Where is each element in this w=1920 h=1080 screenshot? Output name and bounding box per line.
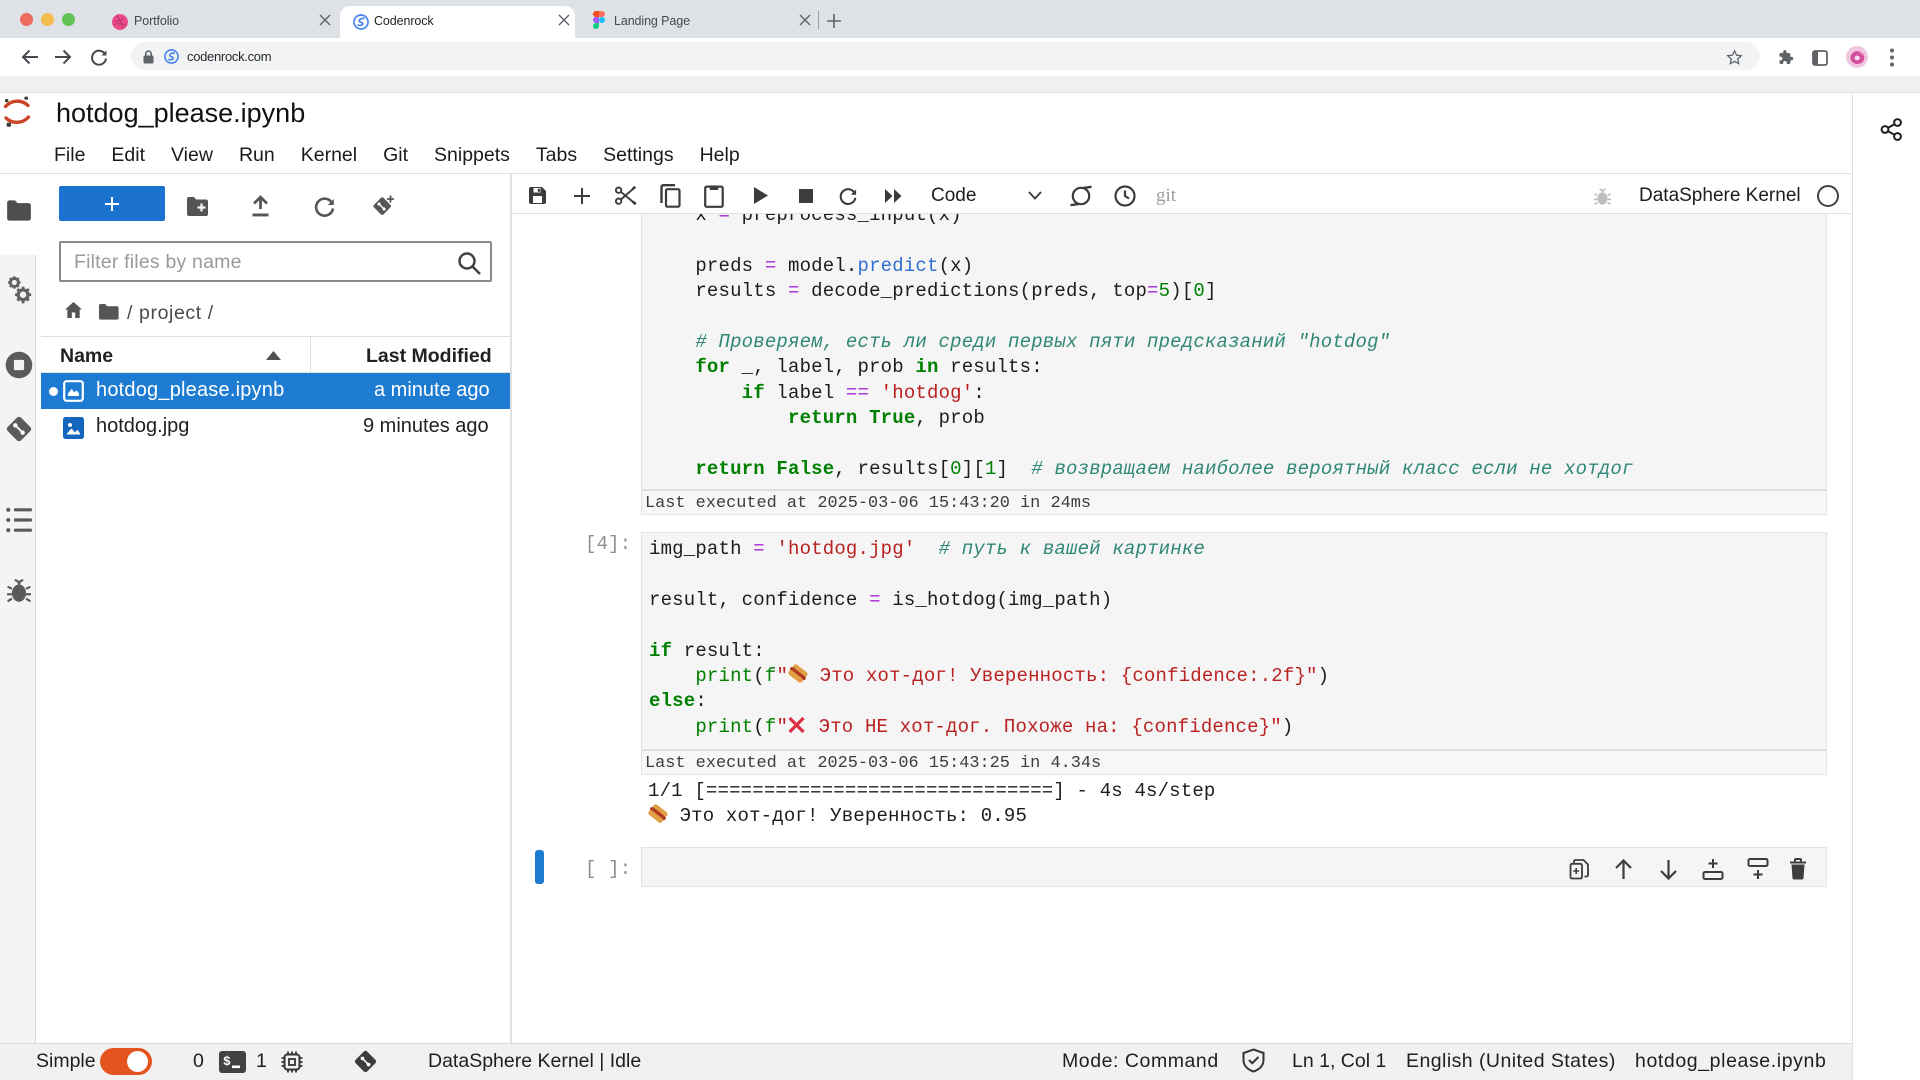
svg-text:$: $ [223,1054,231,1069]
